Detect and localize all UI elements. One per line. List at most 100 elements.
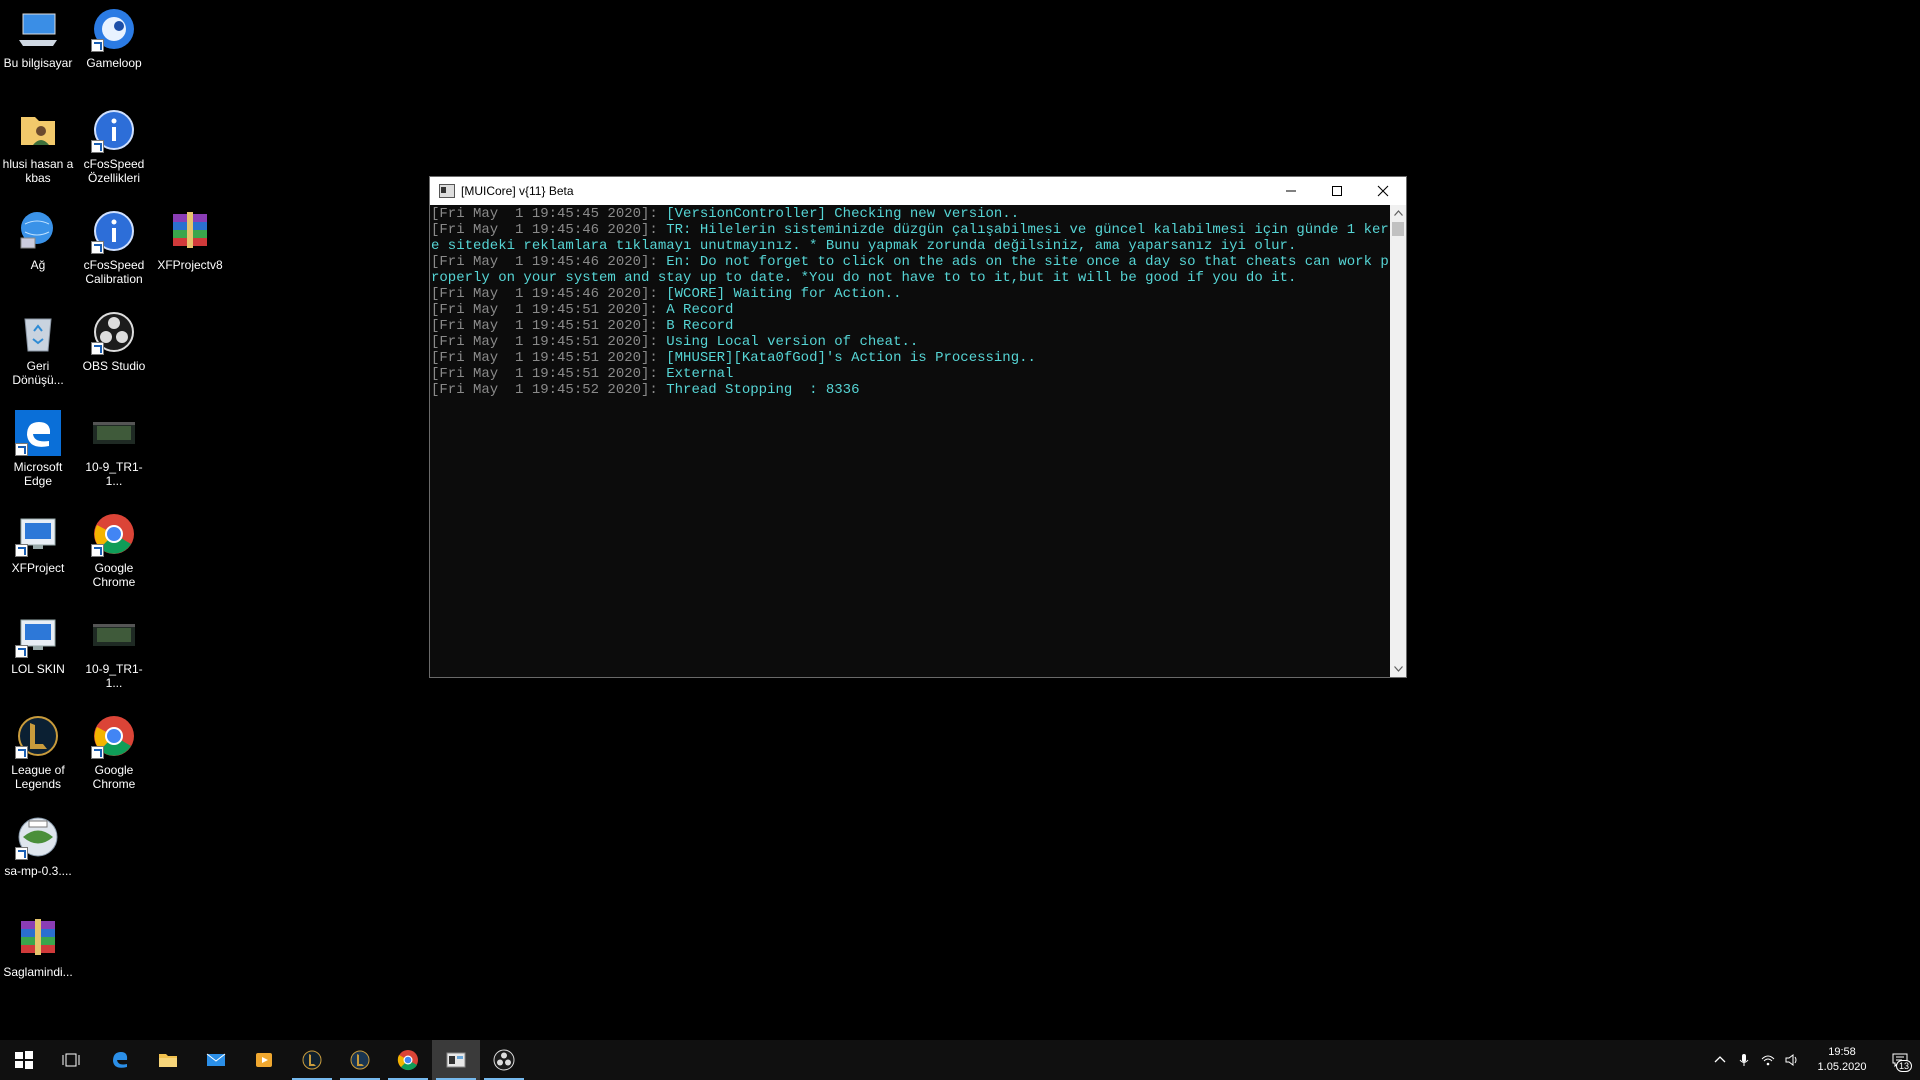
microphone-button[interactable] [1732,1040,1756,1080]
taskbar-button[interactable] [240,1040,288,1080]
desktop-icon-label: 10-9_TR1-1... [85,460,143,488]
console-icon [445,1049,467,1071]
clock[interactable]: 19:58 1.05.2020 [1804,1045,1880,1075]
gameloop-icon [91,6,137,52]
info-icon [91,208,137,254]
desktop-icon-label: Google Chrome [92,763,136,791]
shortcut-arrow-icon [15,746,28,759]
title-bar[interactable]: [MUICore] v{11} Beta [430,177,1406,205]
chevron-up-icon [1714,1056,1726,1063]
desktop-icon[interactable]: XFProjectv8 [153,204,227,272]
desktop-icon[interactable]: League of Legends [1,709,75,791]
desktop-icon[interactable]: 10-9_TR1-1... [77,406,151,488]
shortcut-arrow-icon [15,847,28,860]
volume-button[interactable] [1780,1040,1804,1080]
scroll-down-button[interactable] [1390,661,1406,677]
media-player-icon [253,1049,275,1071]
network-icon [15,208,61,254]
desktop-icon[interactable]: Google Chrome [77,709,151,791]
maximize-button[interactable] [1314,177,1360,205]
desktop-icon[interactable]: 10-9_TR1-1... [77,608,151,690]
shortcut-arrow-icon [91,39,104,52]
clock-time: 19:58 [1828,1046,1856,1058]
computer-icon [15,6,61,52]
taskbar-button[interactable] [288,1040,336,1080]
chrome-icon [397,1049,419,1071]
console-line: [Fri May 1 19:45:52 2020]: Thread Stoppi… [431,382,1390,398]
show-hidden-icons-button[interactable] [1708,1040,1732,1080]
taskbar-button[interactable] [336,1040,384,1080]
desktop-icon-label: Google Chrome [92,561,136,589]
desktop-icon[interactable]: LOL SKIN [1,608,75,676]
desktop-icon[interactable]: Geri Dönüşü... [1,305,75,387]
desktop-icon[interactable]: Saglamindi... [1,911,75,979]
user-folder-icon [15,107,61,153]
desktop-icon-label: League of Legends [11,763,65,791]
task-view-icon [61,1049,83,1071]
console-output[interactable]: [Fri May 1 19:45:45 2020]: [VersionContr… [430,205,1390,677]
vertical-scrollbar[interactable] [1390,205,1406,677]
console-window[interactable]: [MUICore] v{11} Beta [Fri May 1 19:45:45… [429,176,1407,678]
desktop-icon-label: LOL SKIN [11,662,65,676]
desktop-icon[interactable]: hlusi hasan a kbas [1,103,75,185]
desktop-icon-label: Bu bilgisayar [3,56,73,70]
network-button[interactable] [1756,1040,1780,1080]
desktop-icon[interactable]: Bu bilgisayar [1,2,75,70]
desktop-icon[interactable]: XFProject [1,507,75,575]
console-line: [Fri May 1 19:45:45 2020]: [VersionContr… [431,206,1390,222]
shortcut-arrow-icon [91,140,104,153]
maximize-icon [1332,186,1342,196]
taskbar-button[interactable] [192,1040,240,1080]
desktop-icon[interactable]: sa-mp-0.3.... [1,810,75,878]
desktop-icon[interactable]: cFosSpeed Calibration [77,204,151,286]
scroll-up-button[interactable] [1390,205,1406,221]
console-message: Using Local version of cheat.. [666,334,919,350]
desktop-icon-label: OBS Studio [82,359,146,373]
clock-date: 1.05.2020 [1817,1061,1867,1073]
close-button[interactable] [1360,177,1406,205]
desktop-icon[interactable]: Google Chrome [77,507,151,589]
league-client-icon [301,1049,323,1071]
taskbar-button[interactable] [48,1040,96,1080]
file-explorer-icon [157,1049,179,1071]
console-line: [Fri May 1 19:45:46 2020]: En: Do not fo… [431,254,1390,286]
system-tray: 19:58 1.05.2020 13 [1708,1040,1920,1080]
desktop-icon[interactable]: Ağ [1,204,75,272]
app-icon [15,612,61,658]
console-message: B Record [666,318,734,334]
shortcut-arrow-icon [15,544,28,557]
console-line: [Fri May 1 19:45:51 2020]: B Record [431,318,1390,334]
desktop-icon-label: cFosSpeed Calibration [83,258,145,286]
desktop-icon[interactable]: cFosSpeed Özellikleri [77,103,151,185]
console-timestamp: [Fri May 1 19:45:51 2020]: [431,334,667,350]
shortcut-arrow-icon [91,544,104,557]
close-icon [1377,185,1389,197]
taskbar-apps [0,1040,528,1080]
console-message: [MHUSER][Kata0fGod]'s Action is Processi… [666,350,1036,366]
obs-icon [493,1049,515,1071]
console-message: A Record [666,302,734,318]
scroll-thumb[interactable] [1392,222,1404,236]
info-icon [91,107,137,153]
taskbar-button[interactable] [480,1040,528,1080]
minimize-icon [1286,190,1296,192]
action-center-button[interactable]: 13 [1880,1040,1920,1080]
desktop-icon-label: 10-9_TR1-1... [85,662,143,690]
taskbar-button[interactable] [0,1040,48,1080]
taskbar-button[interactable] [144,1040,192,1080]
shortcut-arrow-icon [91,746,104,759]
minimize-button[interactable] [1268,177,1314,205]
console-timestamp: [Fri May 1 19:45:51 2020]: [431,318,667,334]
taskbar-button[interactable] [384,1040,432,1080]
console-line: [Fri May 1 19:45:51 2020]: External [431,366,1390,382]
desktop-icon[interactable]: Microsoft Edge [1,406,75,488]
video-file-icon [91,612,137,658]
console-line: [Fri May 1 19:45:51 2020]: [MHUSER][Kata… [431,350,1390,366]
desktop-icon-label: Gameloop [86,56,142,70]
console-timestamp: [Fri May 1 19:45:46 2020]: [431,286,667,302]
desktop-icon[interactable]: Gameloop [77,2,151,70]
desktop-icon[interactable]: OBS Studio [77,305,151,373]
window-title: [MUICore] v{11} Beta [461,184,574,198]
taskbar-button[interactable] [432,1040,480,1080]
taskbar-button[interactable] [96,1040,144,1080]
